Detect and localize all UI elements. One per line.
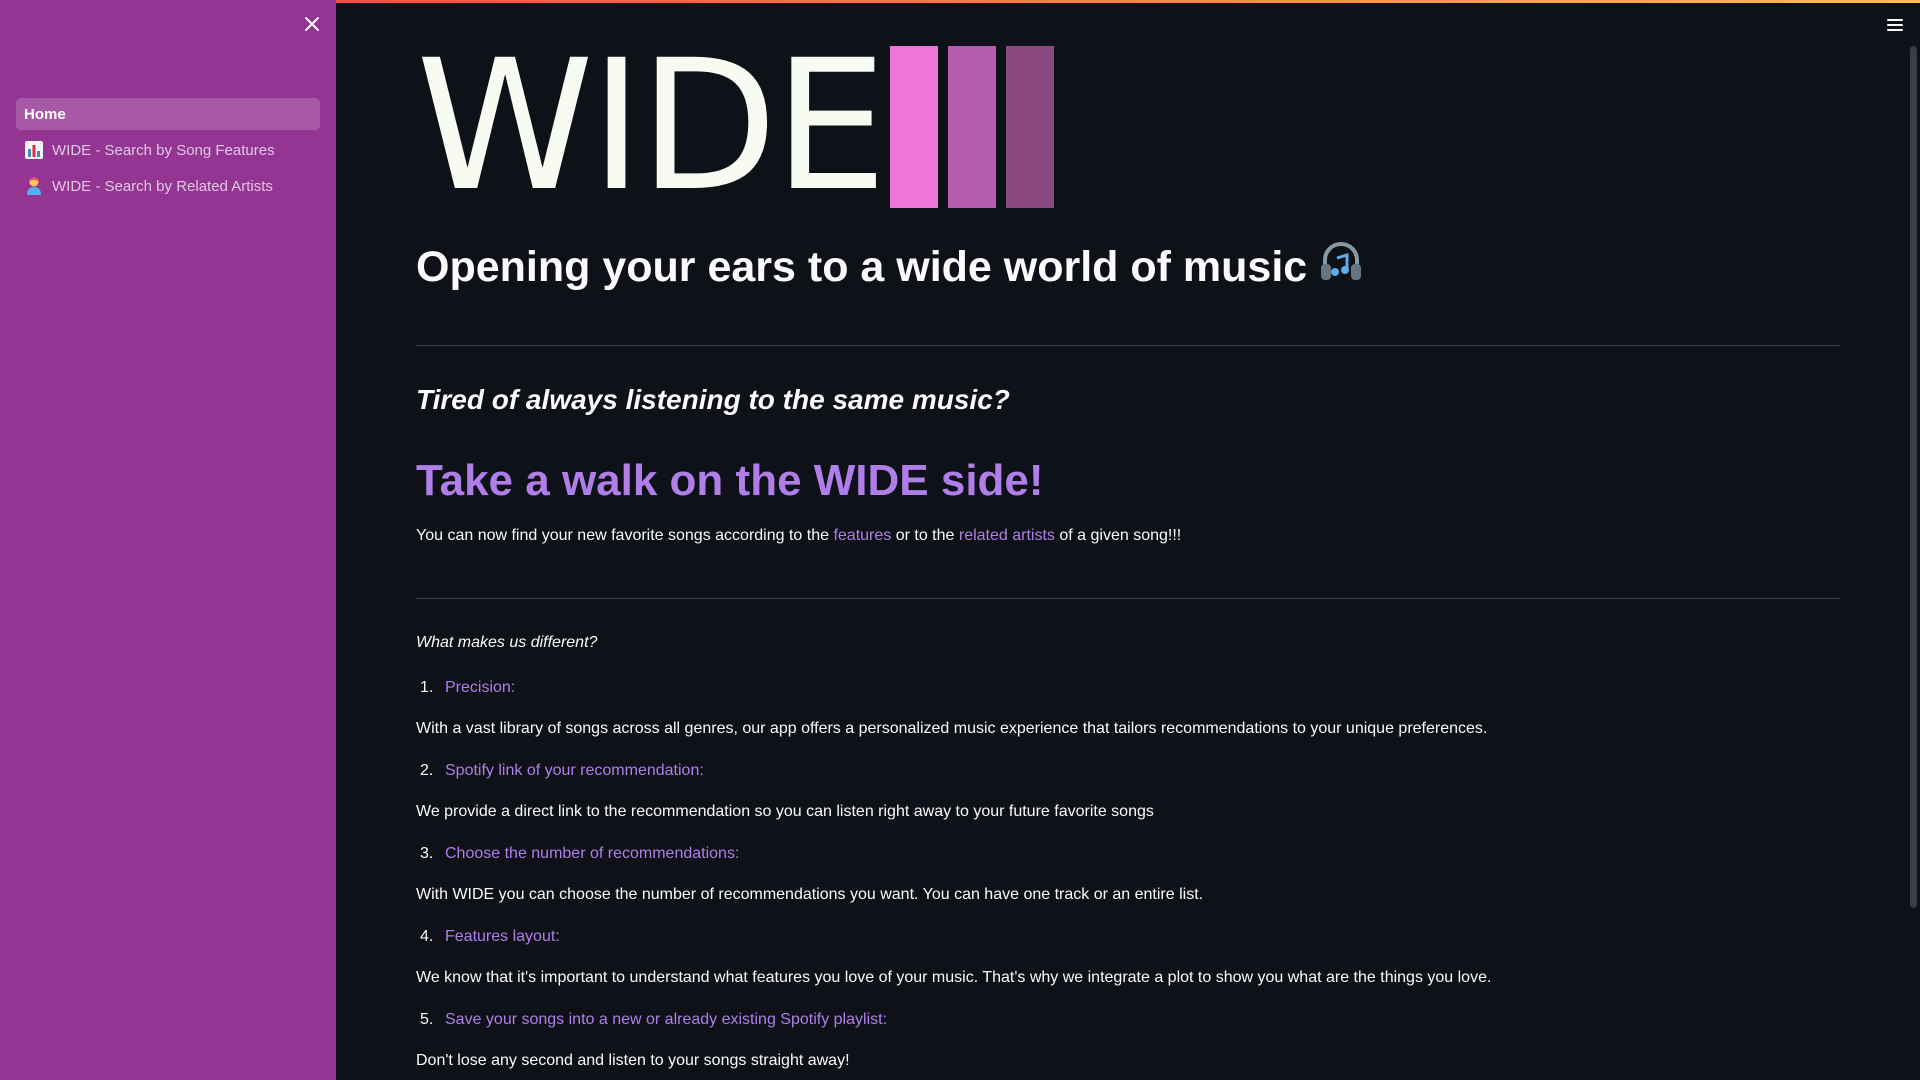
related-artists-link[interactable]: related artists [959, 527, 1055, 544]
logo-text: WIDE [416, 22, 887, 231]
feature-description: We know that it's important to understan… [416, 969, 1492, 986]
intro-text: of a given song!!! [1059, 527, 1182, 544]
wide-logo: WIDE [416, 22, 1056, 231]
feature-title: Features layout: [445, 928, 560, 945]
list-number: 2. [420, 762, 434, 779]
bar-chart-icon [24, 140, 44, 160]
top-decoration [336, 0, 1920, 3]
intro-text: or to the [895, 527, 955, 544]
sidebar-item-related-artists[interactable]: WIDE - Search by Related Artists [16, 170, 320, 202]
intro-paragraph: You can now find your new favorite songs… [416, 527, 1181, 545]
list-number: 3. [420, 845, 434, 862]
divider [416, 598, 1840, 599]
artist-icon [24, 176, 44, 196]
feature-description: With a vast library of songs across all … [416, 720, 1488, 737]
divider [416, 345, 1840, 346]
feature-description: We provide a direct link to the recommen… [416, 803, 1154, 820]
close-icon[interactable] [300, 12, 324, 36]
logo-bar [890, 46, 938, 208]
sidebar: Home WIDE - Search by Song Features WIDE… [0, 0, 336, 1080]
list-number: 1. [420, 679, 434, 696]
list-number: 4. [420, 928, 434, 945]
logo-bar [1006, 46, 1054, 208]
headphones-icon [1317, 238, 1365, 297]
list-number: 5. [420, 1011, 434, 1028]
menu-icon[interactable] [1884, 14, 1906, 36]
feature-title: Precision: [445, 679, 516, 696]
logo-bar [948, 46, 996, 208]
sidebar-item-label: Home [24, 105, 66, 123]
headline: Take a walk on the WIDE side! [416, 456, 1044, 505]
feature-description: Don't lose any second and listen to your… [416, 1052, 850, 1069]
feature-description: With WIDE you can choose the number of r… [416, 886, 1204, 903]
sidebar-item-label: WIDE - Search by Related Artists [52, 177, 273, 195]
sidebar-item-song-features[interactable]: WIDE - Search by Song Features [16, 134, 320, 166]
features-link[interactable]: features [833, 527, 891, 544]
sidebar-nav: Home WIDE - Search by Song Features WIDE… [16, 98, 320, 206]
page-title-text: Opening your ears to a wide world of mus… [416, 243, 1308, 291]
sidebar-item-home[interactable]: Home [16, 98, 320, 130]
feature-title: Choose the number of recommendations: [445, 845, 740, 862]
scrollbar[interactable] [1910, 46, 1917, 908]
question-text: What makes us different? [416, 634, 598, 651]
page-title: Opening your ears to a wide world of mus… [416, 238, 1365, 297]
sidebar-item-label: WIDE - Search by Song Features [52, 141, 275, 159]
feature-title: Save your songs into a new or already ex… [445, 1011, 888, 1028]
subtitle: Tired of always listening to the same mu… [416, 384, 1010, 415]
intro-text: You can now find your new favorite songs… [416, 527, 829, 544]
feature-title: Spotify link of your recommendation: [445, 762, 704, 779]
